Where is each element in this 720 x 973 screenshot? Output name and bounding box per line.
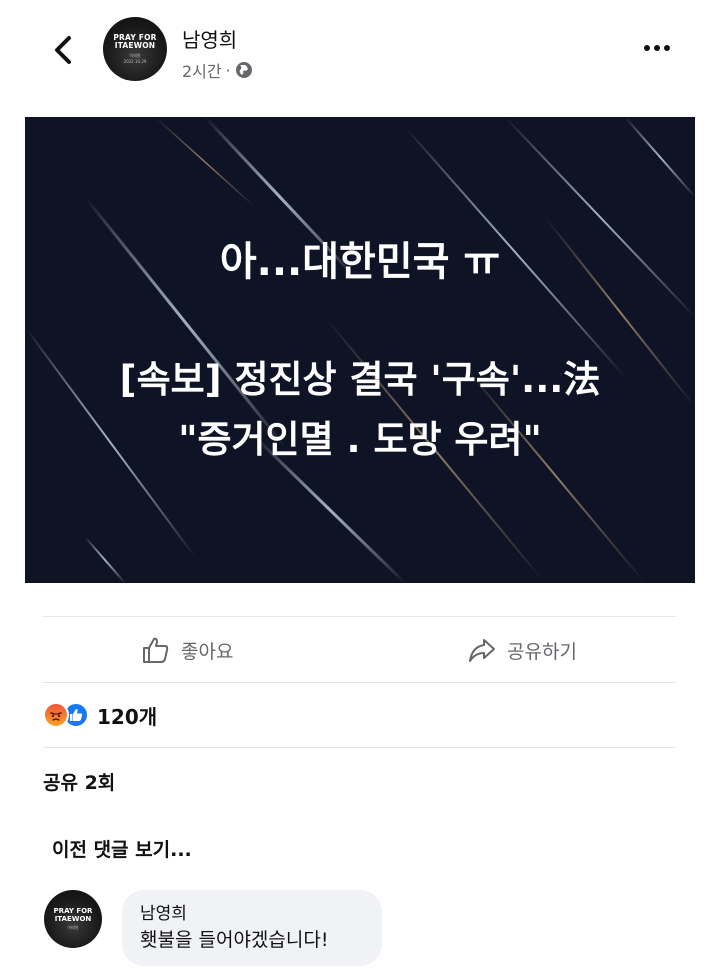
commenter-avatar[interactable]: PRAY FOR ITAEWON 이태원 <box>44 890 102 948</box>
like-label: 좋아요 <box>181 640 234 663</box>
view-previous-comments-link[interactable]: 이전 댓글 보기... <box>52 835 192 862</box>
reaction-count: 120개 <box>97 704 158 729</box>
share-count[interactable]: 공유 2회 <box>43 768 115 795</box>
commenter-avatar-text-line1: PRAY FOR <box>53 907 93 915</box>
author-avatar[interactable]: PRAY FOR ITAEWON 이태원 2022.10.29 <box>103 17 167 81</box>
thumbs-up-icon <box>143 637 169 663</box>
avatar-text-line2: ITAEWON <box>114 40 156 50</box>
avatar-text-line4: 2022.10.29 <box>123 58 147 64</box>
divider-middle <box>43 682 676 683</box>
share-button[interactable]: 공유하기 <box>467 618 577 682</box>
author-name[interactable]: 남영희 <box>182 24 237 53</box>
more-options-icon <box>664 45 670 51</box>
commenter-avatar-text-line3: 이태원 <box>67 925 79 930</box>
more-options-button[interactable] <box>640 36 674 60</box>
post-header: PRAY FOR ITAEWON 이태원 2022.10.29 남영희 2시간 … <box>0 0 720 110</box>
share-arrow-icon <box>469 639 495 662</box>
more-options-icon <box>654 45 660 51</box>
comment-bubble[interactable]: 남영희 횃불을 들어야겠습니다! <box>122 890 382 966</box>
post-meta: 2시간 · <box>182 58 253 82</box>
action-bar: 좋아요 공유하기 <box>43 618 676 682</box>
reactions-summary[interactable]: 120개 <box>43 698 157 732</box>
like-button[interactable]: 좋아요 <box>141 618 233 682</box>
divider-top <box>43 616 676 617</box>
image-text-line1: 아...대한민국 ㅠ <box>219 239 501 285</box>
share-label: 공유하기 <box>507 640 577 663</box>
globe-icon <box>235 62 252 78</box>
image-text-line3: "증거인멸 . 도망 우려" <box>178 418 542 461</box>
post-image[interactable]: 아...대한민국 ㅠ [속보] 정진상 결국 '구속'...法 "증거인멸 . … <box>25 117 695 583</box>
more-options-icon <box>644 45 650 51</box>
back-arrow-icon <box>55 36 71 64</box>
divider-bottom <box>43 747 676 748</box>
comment-text: 횃불을 들어야겠습니다! <box>140 929 329 951</box>
comment-author[interactable]: 남영희 <box>140 902 364 926</box>
image-text-line2: [속보] 정진상 결국 '구속'...法 <box>119 358 601 401</box>
post-time[interactable]: 2시간 <box>182 58 222 82</box>
angry-reaction-icon <box>43 702 69 728</box>
commenter-avatar-text-line2: ITAEWON <box>54 915 92 923</box>
meta-separator: · <box>225 60 231 80</box>
back-button[interactable] <box>46 30 80 70</box>
